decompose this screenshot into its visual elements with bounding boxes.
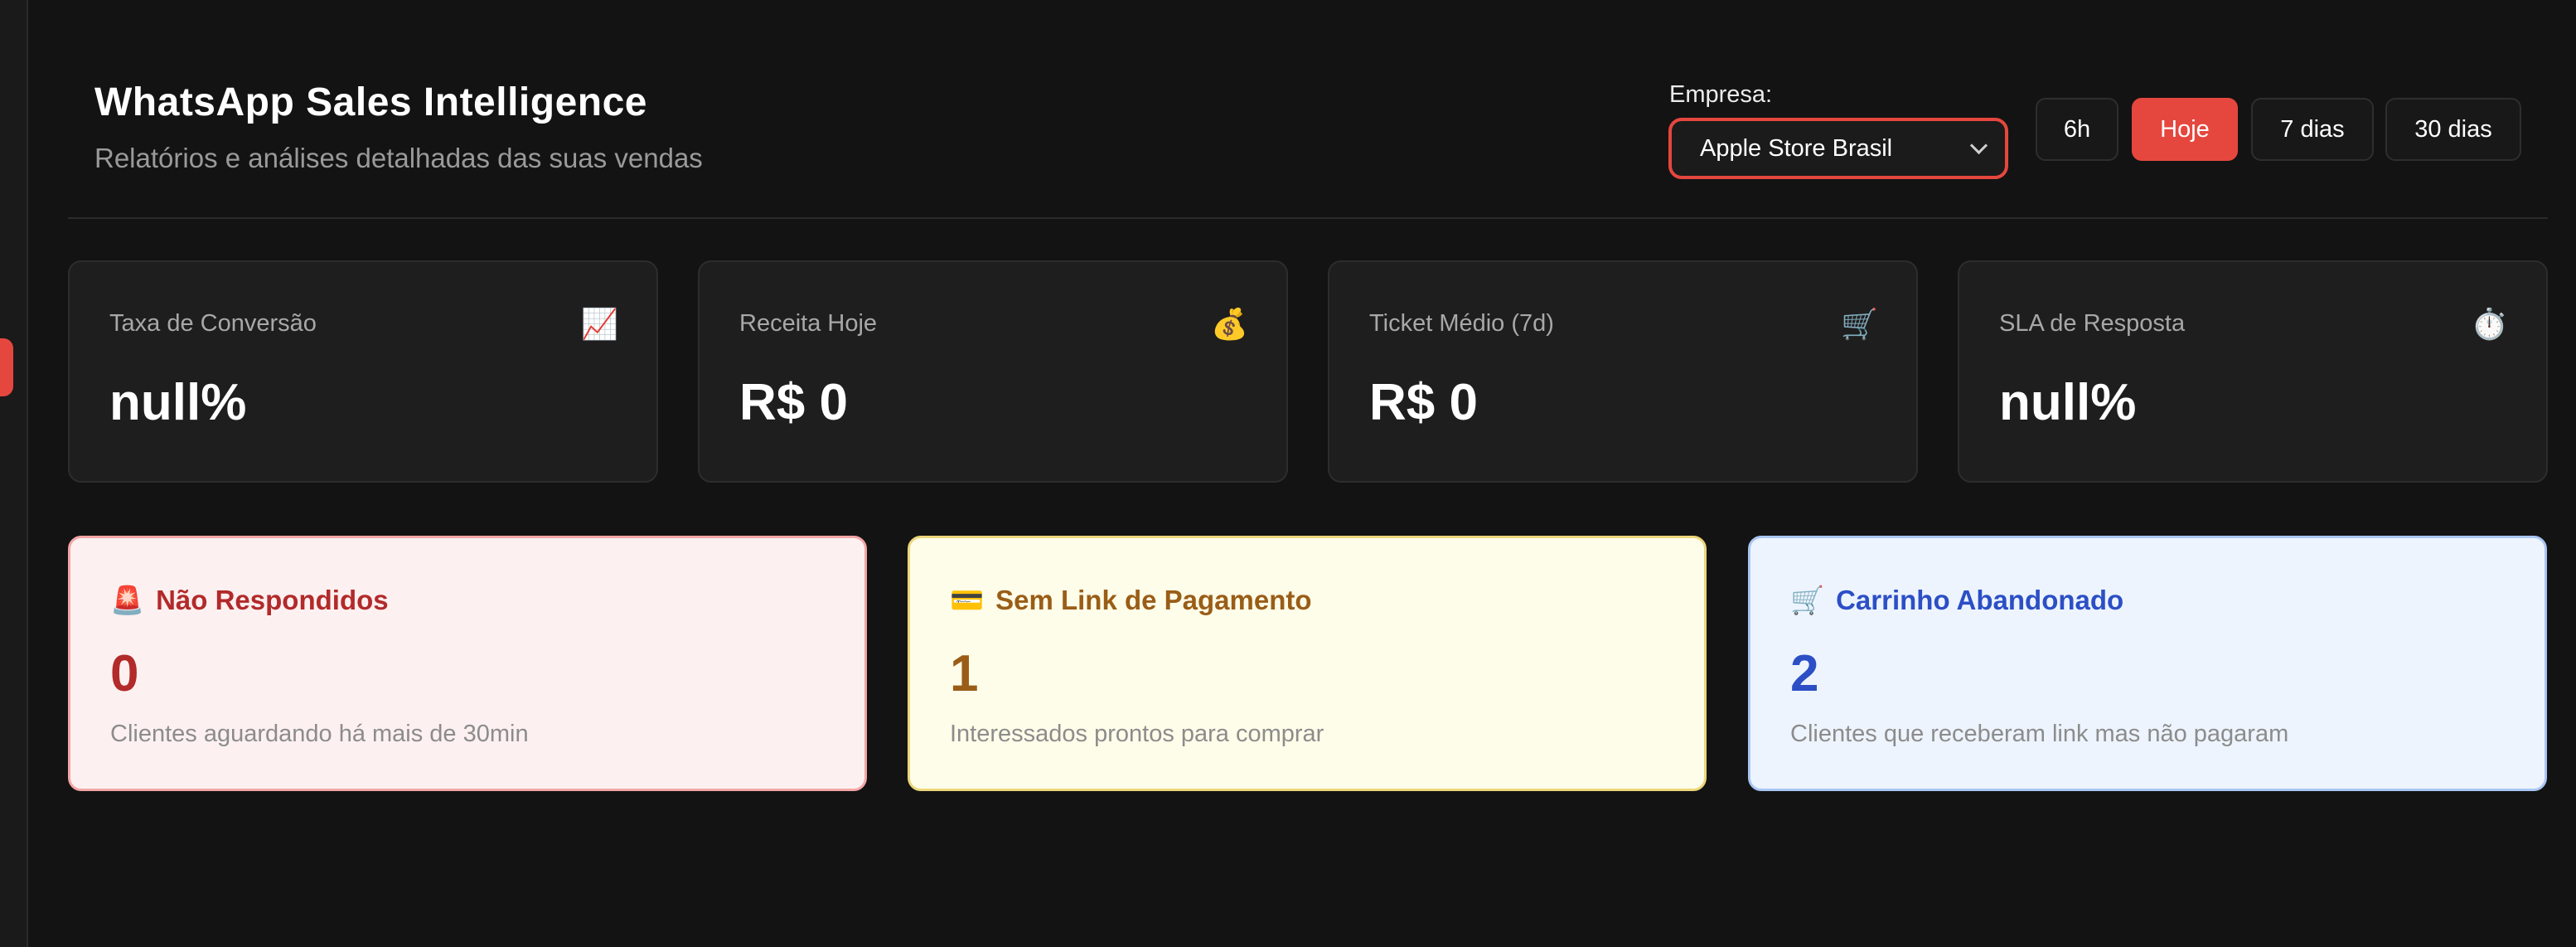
company-select[interactable]: Apple Store Brasil — [1668, 118, 2008, 179]
company-label: Empresa: — [1669, 81, 1773, 108]
stat-value: null% — [1999, 374, 2137, 431]
sidebar-toggle-tab[interactable] — [0, 338, 13, 396]
alert-title-text: Sem Link de Pagamento — [995, 585, 1312, 615]
header-divider — [68, 217, 2548, 219]
range-button-30d[interactable]: 30 dias — [2385, 98, 2521, 161]
company-select-value: Apple Store Brasil — [1700, 134, 1893, 162]
page-title: WhatsApp Sales Intelligence — [94, 80, 647, 124]
stat-value: R$ 0 — [739, 374, 848, 431]
alert-title-text: Carrinho Abandonado — [1836, 585, 2124, 615]
stat-label: SLA de Resposta — [1999, 310, 2186, 337]
alert-description: Interessados prontos para comprar — [950, 721, 1324, 747]
stopwatch-icon: ⏱️ — [2471, 307, 2508, 341]
alert-value: 1 — [950, 645, 979, 702]
shopping-cart-icon: 🛒 — [1841, 307, 1878, 341]
alert-value: 0 — [110, 645, 139, 702]
alert-card-unanswered[interactable]: 🚨 Não Respondidos 0 Clientes aguardando h… — [68, 536, 867, 791]
sidebar — [0, 0, 28, 947]
stat-card-average-ticket: Ticket Médio (7d) 🛒 R$ 0 — [1328, 260, 1918, 483]
stat-card-response-sla: SLA de Resposta ⏱️ null% — [1958, 260, 2548, 483]
stat-label: Receita Hoje — [739, 310, 878, 337]
alert-description: Clientes que receberam link mas não paga… — [1790, 721, 2289, 747]
credit-card-icon: 💳 — [950, 585, 985, 615]
chart-increasing-icon: 📈 — [581, 307, 618, 341]
stat-card-revenue: Receita Hoje 💰 R$ 0 — [698, 260, 1288, 483]
stat-label: Ticket Médio (7d) — [1369, 310, 1554, 337]
alert-card-abandoned-cart[interactable]: 🛒 Carrinho Abandonado 2 Clientes que rece… — [1748, 536, 2547, 791]
stat-value: R$ 0 — [1369, 374, 1478, 431]
alert-title: 💳 Sem Link de Pagamento — [950, 585, 1312, 617]
chevron-down-icon — [1969, 136, 1988, 155]
shopping-cart-icon: 🛒 — [1790, 585, 1825, 615]
range-button-today[interactable]: Hoje — [2132, 98, 2238, 161]
alert-description: Clientes aguardando há mais de 30min — [110, 721, 529, 747]
alert-value: 2 — [1790, 645, 1819, 702]
alert-title: 🚨 Não Respondidos — [110, 585, 389, 617]
alert-title: 🛒 Carrinho Abandonado — [1790, 585, 2123, 617]
stat-card-conversion: Taxa de Conversão 📈 null% — [68, 260, 658, 483]
alert-title-text: Não Respondidos — [156, 585, 389, 615]
money-bag-icon: 💰 — [1211, 307, 1248, 341]
alert-card-no-payment-link[interactable]: 💳 Sem Link de Pagamento 1 Interessados pr… — [908, 536, 1707, 791]
stat-label: Taxa de Conversão — [109, 310, 317, 337]
siren-icon: 🚨 — [110, 585, 145, 615]
range-button-7d[interactable]: 7 dias — [2251, 98, 2374, 161]
page-subtitle: Relatórios e análises detalhadas das sua… — [94, 143, 703, 173]
range-button-6h[interactable]: 6h — [2036, 98, 2118, 161]
stat-value: null% — [109, 374, 247, 431]
